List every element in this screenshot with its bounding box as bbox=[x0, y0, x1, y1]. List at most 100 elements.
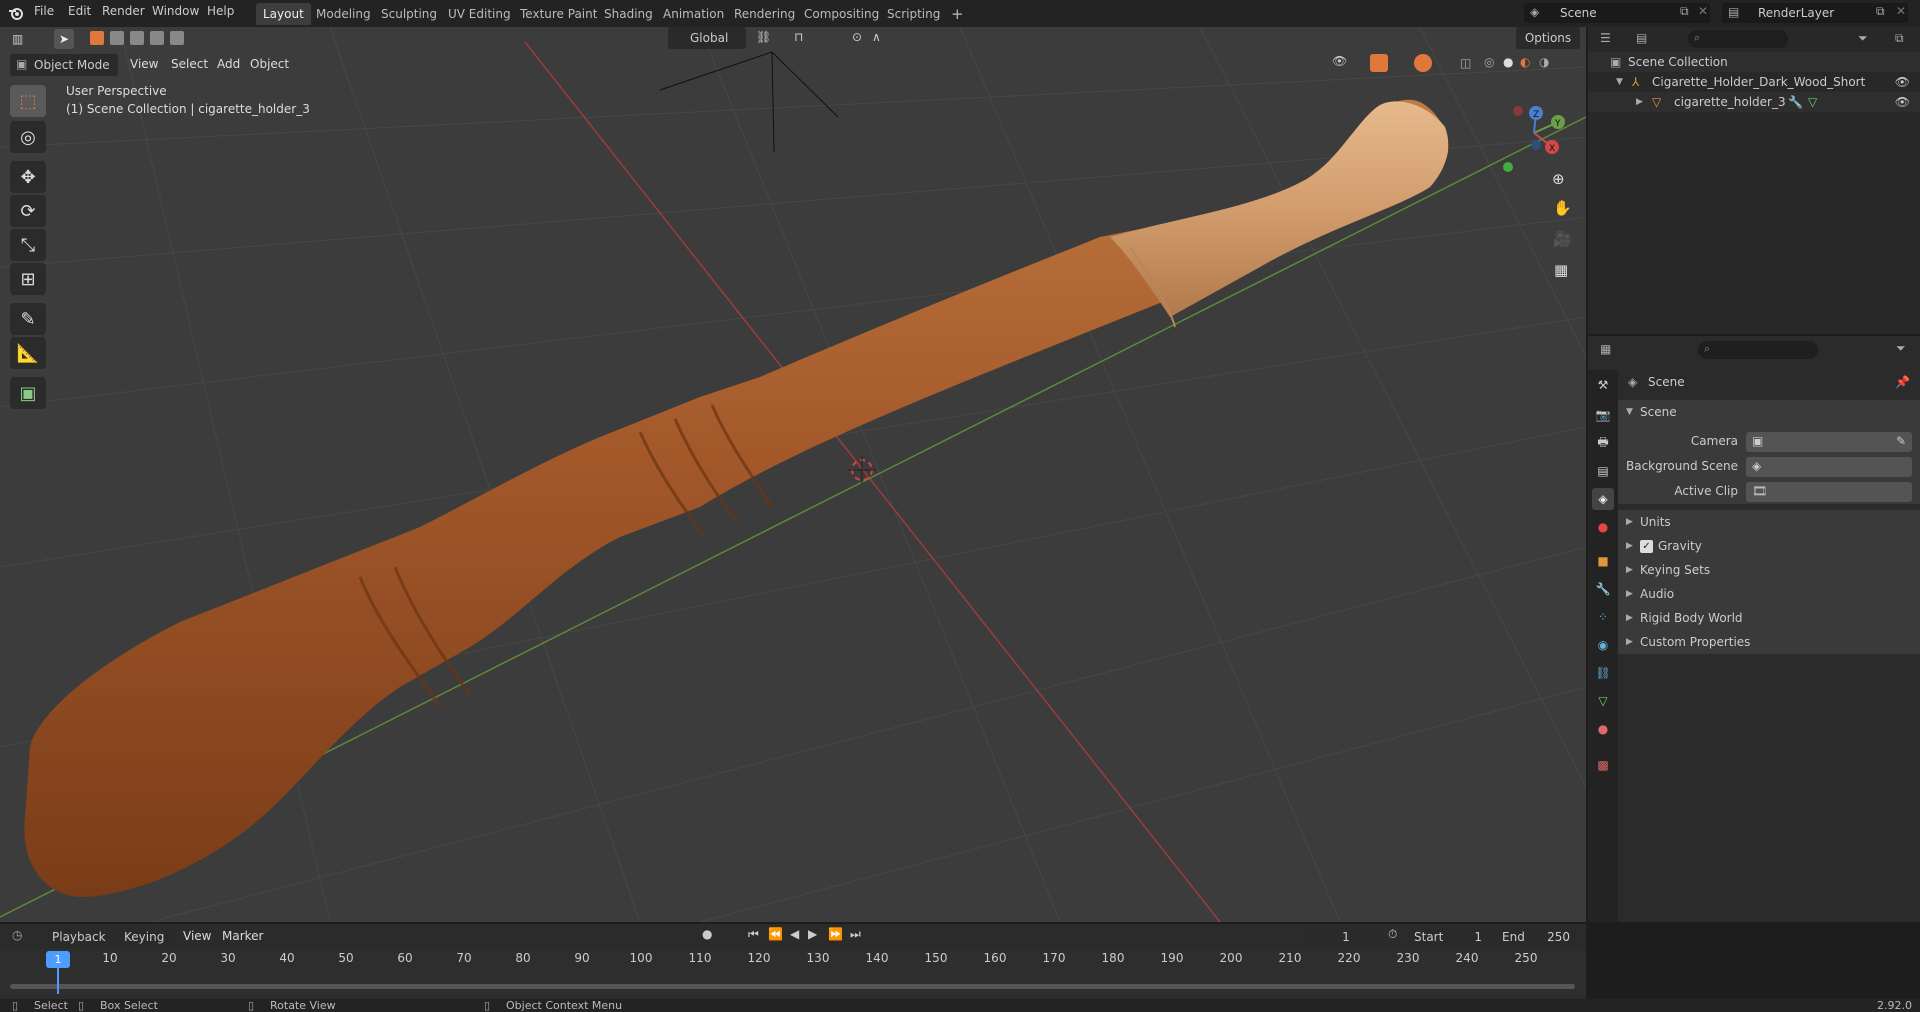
timeline-scrollbar[interactable] bbox=[10, 984, 1575, 989]
tool-annotate[interactable]: ✎ bbox=[10, 303, 46, 335]
visibility-icon[interactable]: 👁 bbox=[1332, 54, 1347, 68]
jump-prev-keyframe-icon[interactable]: ⏪ bbox=[768, 927, 783, 941]
camera-field[interactable]: ▣ ✎ bbox=[1746, 432, 1912, 452]
select-subtract-icon[interactable] bbox=[130, 31, 144, 45]
jump-next-keyframe-icon[interactable]: ⏩ bbox=[828, 927, 843, 941]
select-tool-icon[interactable]: ➤ bbox=[54, 29, 74, 49]
tab-texture[interactable]: ▩ bbox=[1592, 754, 1614, 776]
wireframe-shading-icon[interactable]: ◎ bbox=[1484, 55, 1494, 69]
tool-measure[interactable]: 📐 bbox=[10, 337, 46, 369]
current-frame-field[interactable]: 1 bbox=[1308, 926, 1384, 948]
eyedropper-icon[interactable]: ✎ bbox=[1896, 434, 1906, 448]
panel-audio[interactable]: ▶ Audio bbox=[1618, 582, 1920, 606]
active-clip-field[interactable]: 🎞 bbox=[1746, 482, 1912, 502]
pivot-icon[interactable]: ⛓ bbox=[756, 30, 771, 44]
outliner-row-scene-collection[interactable]: ▣ Scene Collection bbox=[1588, 52, 1920, 72]
panel-scene-header[interactable]: ▼ Scene bbox=[1618, 400, 1920, 424]
menu-view[interactable]: View bbox=[130, 57, 158, 71]
falloff-icon[interactable]: ∧ bbox=[872, 30, 881, 44]
tool-cursor[interactable]: ◎ bbox=[10, 121, 46, 153]
outliner-row-object[interactable]: ▶ ▽ cigarette_holder_3 🔧 ▽ 👁 bbox=[1588, 92, 1920, 112]
tool-rotate[interactable]: ⟳ bbox=[10, 195, 46, 227]
menu-add[interactable]: Add bbox=[217, 57, 240, 71]
tab-physics[interactable]: ◉ bbox=[1592, 634, 1614, 656]
menu-select[interactable]: Select bbox=[171, 57, 208, 71]
tab-animation[interactable]: Animation bbox=[656, 3, 731, 25]
camera-view-icon[interactable]: 🎥 bbox=[1553, 230, 1572, 248]
snap-icon[interactable]: ⊓ bbox=[794, 30, 803, 44]
solid-shading-icon[interactable]: ● bbox=[1503, 55, 1513, 69]
material-shading-icon[interactable]: ◐ bbox=[1520, 55, 1530, 69]
filter-icon[interactable]: ⏷ bbox=[1858, 31, 1868, 46]
expand-icon[interactable]: ▼ bbox=[1616, 72, 1623, 92]
menu-window[interactable]: Window bbox=[152, 4, 199, 18]
end-frame-field[interactable]: End 250 bbox=[1494, 926, 1578, 948]
outliner-search-input[interactable]: ⌕ bbox=[1688, 30, 1788, 48]
menu-object[interactable]: Object bbox=[250, 57, 289, 71]
stopwatch-icon[interactable]: ⏱ bbox=[1388, 927, 1397, 942]
display-mode-icon[interactable]: ▤ bbox=[1636, 31, 1647, 45]
tab-tool[interactable]: ⚒ bbox=[1592, 374, 1614, 396]
modifier-icon[interactable]: 🔧 bbox=[1788, 92, 1803, 112]
tab-shading[interactable]: Shading bbox=[597, 3, 660, 25]
delete-scene-icon[interactable]: ✕ bbox=[1698, 4, 1708, 18]
start-frame-field[interactable]: Start 1 bbox=[1406, 926, 1490, 948]
new-view-layer-icon[interactable]: ⧉ bbox=[1876, 4, 1885, 19]
tab-constraints[interactable]: ⛓ bbox=[1592, 662, 1614, 684]
3d-cursor-icon[interactable] bbox=[848, 456, 876, 484]
play-reverse-icon[interactable]: ◀ bbox=[790, 927, 799, 941]
pan-hand-icon[interactable]: ✋ bbox=[1553, 199, 1572, 217]
record-icon[interactable]: ● bbox=[702, 927, 712, 941]
tool-add-cube[interactable]: ▣ bbox=[10, 377, 46, 409]
timeline-editor-icon[interactable]: ◷ bbox=[12, 928, 22, 942]
expand-icon[interactable]: ▶ bbox=[1636, 92, 1643, 112]
outliner-row-collection[interactable]: ▼ ⅄ Cigarette_Holder_Dark_Wood_Short 👁 bbox=[1588, 72, 1920, 92]
tab-compositing[interactable]: Compositing bbox=[797, 3, 886, 25]
menu-render[interactable]: Render bbox=[102, 4, 145, 18]
zoom-icon[interactable]: ⊕ bbox=[1552, 170, 1565, 188]
delete-view-layer-icon[interactable]: ✕ bbox=[1896, 4, 1906, 18]
panel-units[interactable]: ▶ Units bbox=[1618, 510, 1920, 534]
properties-options-icon[interactable]: ⏷ bbox=[1896, 341, 1906, 356]
tool-scale[interactable]: ⤡ bbox=[10, 229, 46, 261]
tab-particles[interactable]: ⁘ bbox=[1592, 606, 1614, 628]
3d-viewport[interactable]: Object Mode ▣ View Select Add Object Glo… bbox=[0, 27, 1586, 922]
overlays-icon[interactable] bbox=[1414, 54, 1432, 72]
panel-gravity[interactable]: ▶ ✓ Gravity bbox=[1618, 534, 1920, 558]
menu-file[interactable]: File bbox=[34, 4, 54, 18]
play-icon[interactable]: ▶ bbox=[808, 927, 817, 941]
viewport-scene[interactable] bbox=[0, 27, 1586, 922]
keying-menu[interactable]: Keying bbox=[118, 926, 174, 948]
tab-render[interactable]: 📷 bbox=[1592, 404, 1614, 426]
tab-layout[interactable]: Layout bbox=[256, 3, 311, 25]
menu-help[interactable]: Help bbox=[207, 4, 234, 18]
tab-modifiers[interactable]: 🔧 bbox=[1592, 578, 1614, 600]
eye-icon[interactable]: 👁 bbox=[1895, 92, 1910, 112]
tab-object[interactable]: ■ bbox=[1592, 550, 1614, 572]
pin-icon[interactable]: 📌 bbox=[1895, 370, 1910, 394]
background-scene-field[interactable]: ◈ bbox=[1746, 457, 1912, 477]
tool-transform[interactable]: ⊞ bbox=[10, 263, 46, 295]
select-new-icon[interactable] bbox=[90, 31, 104, 45]
gizmo-toggle-icon[interactable] bbox=[1370, 54, 1388, 72]
proportional-editing-icon[interactable]: ⊙ bbox=[852, 30, 862, 44]
mesh-data-icon[interactable]: ▽ bbox=[1808, 92, 1817, 112]
tab-uv-editing[interactable]: UV Editing bbox=[441, 3, 518, 25]
playhead-marker[interactable]: 1 bbox=[46, 951, 70, 968]
select-invert-icon[interactable] bbox=[150, 31, 164, 45]
tab-material[interactable]: ● bbox=[1592, 718, 1614, 740]
eye-icon[interactable]: 👁 bbox=[1895, 72, 1910, 92]
select-intersect-icon[interactable] bbox=[170, 31, 184, 45]
panel-custom-properties[interactable]: ▶ Custom Properties bbox=[1618, 630, 1920, 654]
outliner-editor-icon[interactable]: ☰ bbox=[1600, 31, 1611, 45]
tab-rendering[interactable]: Rendering bbox=[727, 3, 802, 25]
tab-data[interactable]: ▽ bbox=[1592, 690, 1614, 712]
timeline-menu-view[interactable]: View bbox=[183, 929, 211, 943]
blender-logo-icon[interactable] bbox=[8, 5, 24, 21]
tab-scripting[interactable]: Scripting bbox=[880, 3, 947, 25]
xray-icon[interactable]: ◫ bbox=[1460, 56, 1471, 70]
tool-select-box[interactable]: ⬚ bbox=[10, 85, 46, 117]
tab-world[interactable]: ● bbox=[1592, 516, 1614, 538]
tool-move[interactable]: ✥ bbox=[10, 161, 46, 193]
gravity-checkbox[interactable]: ✓ bbox=[1640, 540, 1653, 553]
